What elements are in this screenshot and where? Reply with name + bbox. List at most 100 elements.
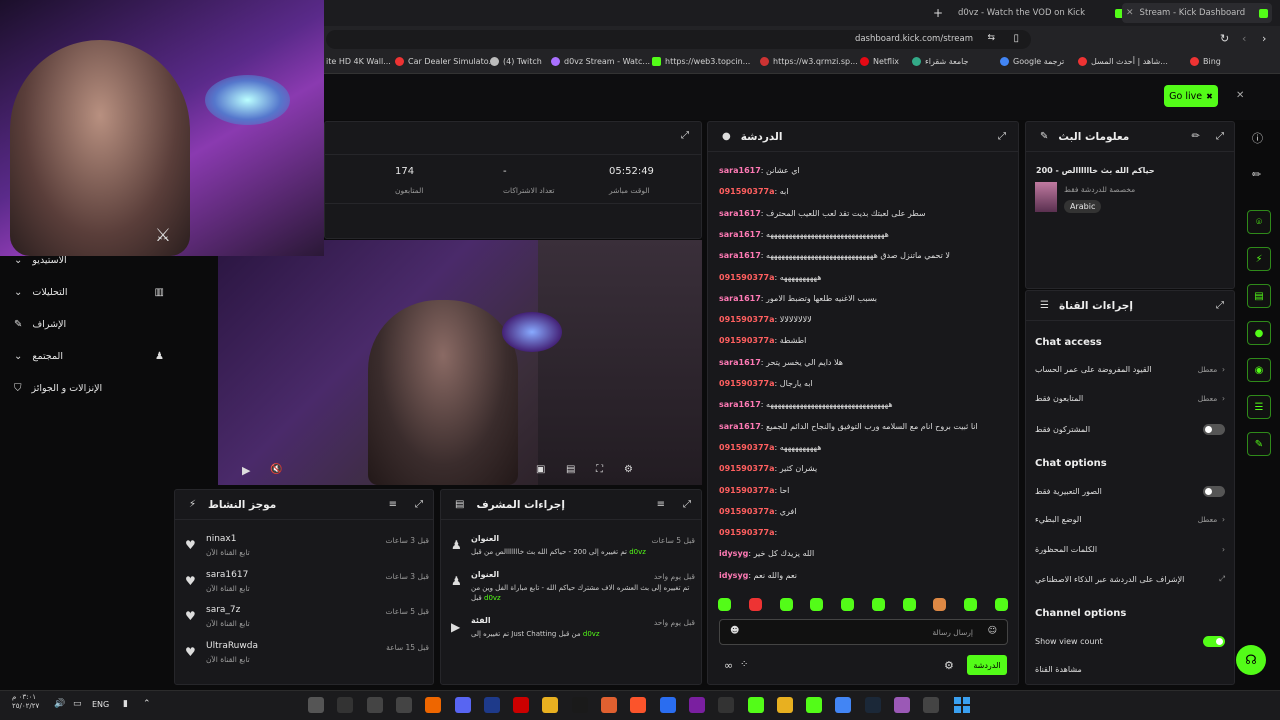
mute-icon[interactable]: 🔇 — [270, 464, 282, 475]
filter-icon[interactable]: ≡ — [657, 499, 665, 510]
go-live-button[interactable]: Go live ✖ — [1164, 85, 1218, 107]
share-icon[interactable]: ⇆ — [987, 33, 995, 43]
chat-icon[interactable]: ● — [1247, 321, 1271, 345]
taskbar-app-icon[interactable] — [923, 697, 940, 713]
bolt-icon[interactable]: ⚡ — [1247, 247, 1271, 271]
expand-icon[interactable]: ⤢ — [1216, 131, 1224, 142]
chat-username[interactable]: sara1617 — [719, 294, 761, 303]
expand-icon[interactable]: ⤢ — [681, 130, 689, 141]
ai-moderation-setting[interactable]: الإشراف على الدردشة عبر الذكاء الاصطناعي… — [1035, 574, 1225, 584]
expand-icon[interactable]: ⤢ — [683, 499, 691, 510]
reload-icon[interactable]: ↻ — [1220, 32, 1229, 45]
taskbar-app-icon[interactable] — [571, 697, 588, 713]
bookmark-item[interactable]: جامعة شقراء — [912, 57, 969, 66]
taskbar-app-icon[interactable] — [630, 697, 647, 713]
volume-icon[interactable]: 🔊 — [54, 699, 65, 709]
bookmark-item[interactable]: (4) Twitch — [490, 57, 542, 66]
play-icon[interactable]: ▶ — [242, 464, 250, 477]
language-indicator[interactable]: ENG — [92, 700, 109, 709]
chat-send-button[interactable]: الدردشة — [967, 655, 1007, 675]
emote-icon[interactable] — [964, 598, 978, 611]
taskbar-app-icon[interactable] — [747, 697, 764, 713]
emotes-only-setting[interactable]: الصور التعبيرية فقط — [1035, 486, 1225, 497]
chat-username[interactable]: 091590377a — [719, 507, 775, 516]
chat-username[interactable]: sara1617 — [719, 251, 761, 260]
chat-username[interactable]: 091590377a — [719, 464, 775, 473]
expand-icon[interactable]: ⤢ — [998, 131, 1006, 142]
tray-chevron-icon[interactable]: ⌃ — [143, 699, 151, 709]
broadcast-icon[interactable]: ◉ — [1247, 358, 1271, 382]
taskbar-app-icon[interactable] — [718, 697, 735, 713]
tab-dashboard[interactable]: ✕ Stream - Kick Dashboard — [1122, 3, 1272, 23]
taskbar-app-icon[interactable] — [366, 697, 383, 713]
show-view-count-setting[interactable]: Show view count — [1035, 636, 1225, 647]
emote-icon[interactable] — [933, 598, 947, 611]
taskbar-app-icon[interactable] — [688, 697, 705, 713]
edit-icon[interactable]: ✏ — [1252, 168, 1261, 181]
taskbar-app-icon[interactable] — [601, 697, 617, 713]
info-icon[interactable]: ⓘ — [1252, 130, 1263, 146]
emote-icon[interactable] — [779, 598, 793, 611]
bookmark-item[interactable]: d0vz Stream - Watc... — [551, 57, 650, 66]
bookmark-icon[interactable]: ▯ — [1013, 33, 1019, 44]
tab-vod[interactable]: d0vz - Watch the VOD on Kick — [958, 3, 1125, 23]
taskbar-app-icon[interactable] — [806, 697, 823, 713]
clock[interactable]: ٠٣:٠١ م ٢٥/٠٢/٢٧ — [12, 693, 39, 711]
banned-words-setting[interactable]: الكلمات المحظورة › — [1035, 545, 1225, 554]
profile-icon[interactable]: ✕ — [1236, 90, 1244, 101]
taskbar-app-icon[interactable] — [483, 697, 500, 713]
chat-username[interactable]: 091590377a — [719, 336, 775, 345]
menu-icon[interactable]: ☰ — [1247, 395, 1271, 419]
mod-name[interactable]: d0vz — [629, 548, 646, 556]
emotes-toggle[interactable] — [1203, 486, 1225, 497]
chat-username[interactable]: sara1617 — [719, 230, 761, 239]
fullscreen-icon[interactable]: ⛶ — [596, 464, 603, 475]
taskbar-app-icon[interactable] — [776, 697, 793, 713]
forward-icon[interactable]: › — [1262, 32, 1266, 45]
taskbar-app-icon[interactable] — [864, 697, 881, 713]
chat-username[interactable]: sara1617 — [719, 209, 761, 218]
emoji-icon[interactable]: ☻ — [730, 626, 739, 636]
chat-username[interactable]: 091590377a — [719, 273, 775, 282]
chat-username[interactable]: idysyg — [719, 549, 748, 558]
subscribers-toggle[interactable] — [1203, 424, 1225, 435]
infinity-icon[interactable]: ∞ — [724, 659, 733, 672]
chat-username[interactable]: 091590377a — [719, 379, 775, 388]
camera-icon[interactable]: ⌾ — [1247, 210, 1271, 234]
chat-username[interactable]: 091590377a — [719, 486, 775, 495]
mod-name[interactable]: d0vz — [484, 594, 501, 602]
subscribers-only-setting[interactable]: المشتركون فقط — [1035, 424, 1225, 435]
bookmark-item[interactable]: https://web3.topcin... — [652, 57, 750, 66]
chat-username[interactable]: idysyg — [719, 571, 748, 580]
nav-analytics[interactable]: ⌄ التحليلات ▥ — [14, 281, 164, 303]
chat-username[interactable]: sara1617 — [719, 166, 761, 175]
bookmark-item[interactable]: Netflix — [860, 57, 899, 66]
chat-username[interactable]: sara1617 — [719, 400, 761, 409]
chat-username[interactable]: 091590377a — [719, 528, 775, 537]
bookmark-item[interactable]: ite HD 4K Wall... — [326, 57, 391, 66]
support-icon[interactable]: ☊ — [1236, 645, 1266, 675]
slow-mode-setting[interactable]: الوضع البطيء معطل › — [1035, 515, 1225, 524]
nav-community[interactable]: ⌄ المجتمع ♟ — [14, 345, 164, 367]
taskbar-app-icon[interactable] — [659, 697, 676, 713]
windows-start-icon[interactable] — [954, 697, 970, 713]
smile-icon[interactable]: ☺ — [988, 626, 997, 636]
emote-icon[interactable] — [902, 598, 916, 611]
chat-username[interactable]: 091590377a — [719, 187, 775, 196]
bookmark-item[interactable]: https://w3.qrmzi.sp... — [760, 57, 858, 66]
emote-icon[interactable] — [871, 598, 885, 611]
emote-icon[interactable] — [810, 598, 824, 611]
wrench-icon[interactable]: ✎ — [1247, 432, 1271, 456]
taskbar-app-icon[interactable] — [337, 697, 354, 713]
file-icon[interactable]: ▤ — [1247, 284, 1271, 308]
mod-name[interactable]: d0vz — [583, 630, 600, 638]
taskbar-app-icon[interactable] — [454, 697, 471, 713]
taskbar-app-icon[interactable] — [835, 697, 852, 713]
new-tab-icon[interactable]: + — [933, 6, 943, 20]
nav-moderation[interactable]: ✎ الإشراف — [14, 313, 164, 335]
video-player[interactable]: ▶ 🔇 ▣ ▤ ⛶ ⚙ — [218, 240, 702, 485]
watch-channel-setting[interactable]: مشاهدة القناة — [1035, 665, 1225, 674]
bookmark-item[interactable]: Google ترجمة — [1000, 57, 1064, 66]
pip-icon[interactable]: ▣ — [536, 464, 545, 475]
taskbar-app-icon[interactable] — [894, 697, 910, 713]
